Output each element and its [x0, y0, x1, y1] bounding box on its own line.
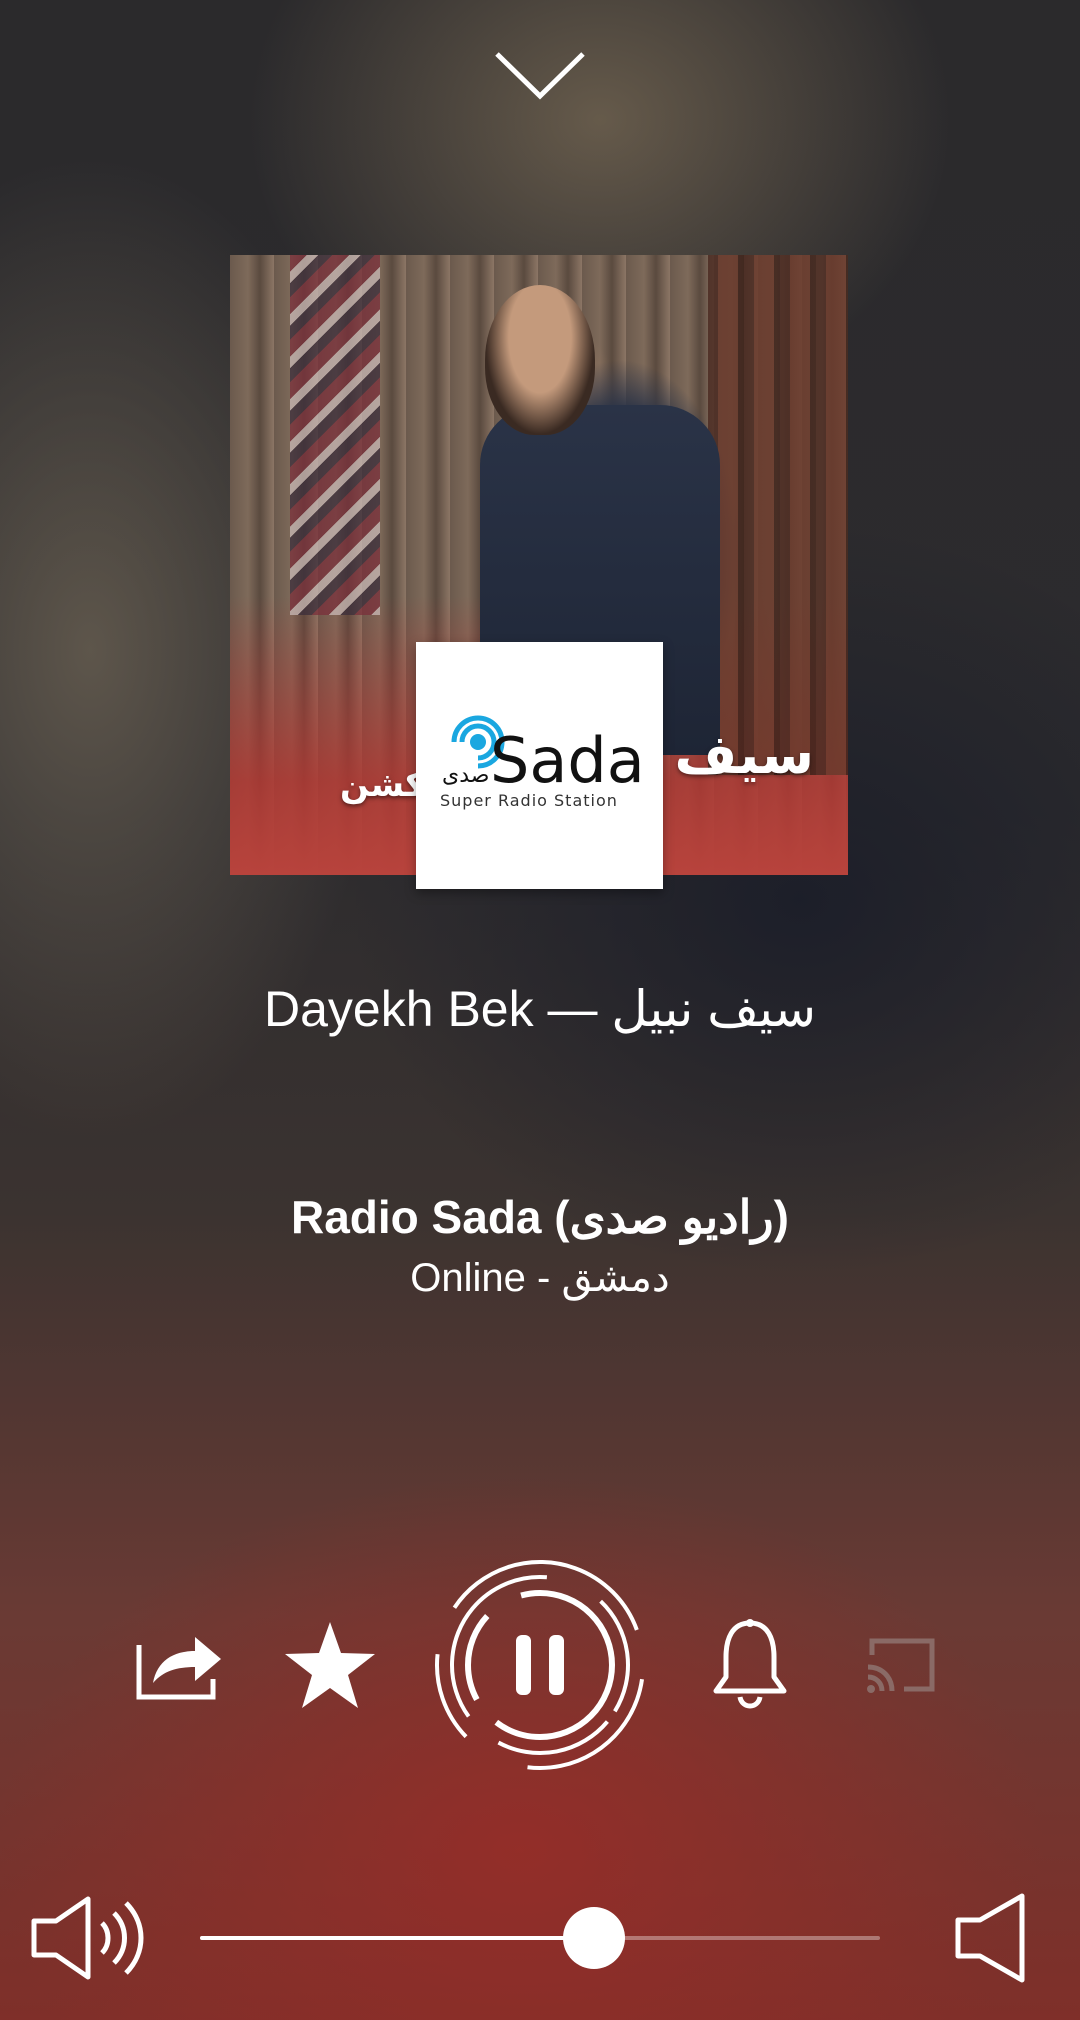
- sada-logo-graphic: Sada صدى Super Radio Station: [440, 715, 645, 810]
- bell-icon: [713, 1619, 787, 1709]
- logo-signal-dot: [470, 734, 486, 750]
- volume-slider[interactable]: [200, 1907, 880, 1969]
- station-name: Radio Sada (راديو صدى): [291, 1191, 789, 1243]
- player-screen: سيف ن كشن Sada صدى Super Radio Station D…: [0, 0, 1080, 2020]
- volume-max-button[interactable]: [25, 1888, 155, 1988]
- share-icon: [136, 1637, 221, 1700]
- volume-slider-fill: [200, 1936, 595, 1940]
- station-logo: Sada صدى Super Radio Station: [416, 642, 663, 889]
- alarm-button[interactable]: [700, 1615, 800, 1715]
- artwork-caption: كشن: [340, 765, 425, 805]
- share-button[interactable]: [130, 1620, 230, 1710]
- cast-button[interactable]: [855, 1620, 945, 1710]
- artwork-background-detail: [708, 255, 848, 775]
- volume-low-icon: [955, 1893, 1025, 1983]
- star-icon: [285, 1622, 375, 1708]
- volume-high-icon: [31, 1896, 144, 1980]
- artwork-background-detail: [290, 255, 380, 615]
- artwork-figure: [485, 285, 595, 435]
- chevron-down-icon: [495, 52, 585, 100]
- favorite-button[interactable]: [280, 1615, 380, 1715]
- pause-icon: [435, 1560, 645, 1770]
- logo-wordmark: Sada: [490, 724, 645, 797]
- volume-slider-thumb[interactable]: [563, 1907, 626, 1969]
- logo-tagline: Super Radio Station: [440, 791, 618, 810]
- station-location: Online - دمشق: [410, 1256, 670, 1300]
- volume-min-button[interactable]: [945, 1888, 1035, 1988]
- collapse-player-button[interactable]: [490, 40, 590, 110]
- play-pause-button[interactable]: [430, 1555, 650, 1775]
- cast-icon: [867, 1638, 935, 1693]
- logo-arabic: صدى: [442, 763, 489, 788]
- song-title: Dayekh Bek — سيف نبيل: [264, 981, 816, 1037]
